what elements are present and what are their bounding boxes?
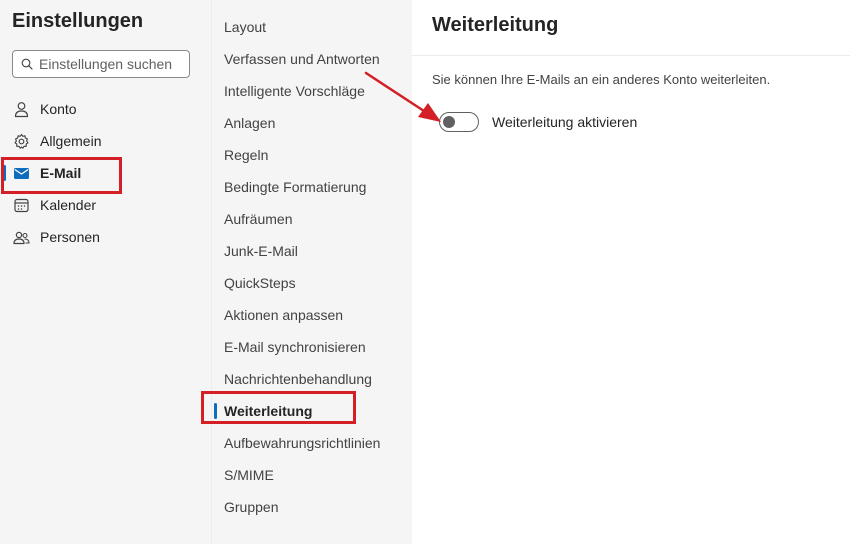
people-icon — [13, 231, 30, 244]
panel-title: Weiterleitung — [432, 14, 559, 36]
section-label: Layout — [224, 19, 267, 35]
calendar-icon — [14, 198, 29, 212]
section-weiterleitung[interactable]: Weiterleitung — [212, 395, 412, 427]
section-aufraeumen[interactable]: Aufräumen — [212, 203, 412, 235]
gear-icon — [14, 133, 29, 149]
section-nachrichtenbehandlung[interactable]: Nachrichtenbehandlung — [212, 363, 412, 395]
section-quicksteps[interactable]: QuickSteps — [212, 267, 412, 299]
mail-icon — [14, 167, 29, 179]
section-anlagen[interactable]: Anlagen — [212, 107, 412, 139]
category-kalender[interactable]: Kalender — [0, 189, 211, 221]
section-label: Aufräumen — [224, 211, 293, 227]
forwarding-toggle[interactable] — [439, 112, 479, 132]
section-label: Intelligente Vorschläge — [224, 83, 365, 99]
section-label: E-Mail synchronisieren — [224, 339, 366, 355]
section-label: Nachrichtenbehandlung — [224, 371, 372, 387]
category-konto[interactable]: Konto — [0, 93, 211, 125]
section-label: Anlagen — [224, 115, 276, 131]
forwarding-toggle-label: Weiterleitung aktivieren — [492, 114, 638, 130]
section-label: Bedingte Formatierung — [224, 179, 367, 195]
toggle-knob — [443, 116, 455, 128]
section-label: Verfassen und Antworten — [224, 51, 380, 67]
settings-title: Einstellungen — [12, 10, 144, 32]
section-email-synchronisieren[interactable]: E-Mail synchronisieren — [212, 331, 412, 363]
section-verfassen[interactable]: Verfassen und Antworten — [212, 43, 412, 75]
selection-indicator — [214, 403, 217, 419]
section-junk-email[interactable]: Junk-E-Mail — [212, 235, 412, 267]
category-label: Konto — [40, 101, 77, 117]
settings-categories-pane: Einstellungen Konto Allgemein E-Mail — [0, 0, 211, 544]
forwarding-settings-panel: Weiterleitung Sie können Ihre E-Mails an… — [412, 0, 850, 544]
section-label: S/MIME — [224, 467, 274, 483]
section-intelligente-vorschlaege[interactable]: Intelligente Vorschläge — [212, 75, 412, 107]
category-allgemein[interactable]: Allgemein — [0, 125, 211, 157]
settings-search-input[interactable] — [39, 56, 179, 72]
section-smime[interactable]: S/MIME — [212, 459, 412, 491]
section-label: Weiterleitung — [224, 403, 313, 419]
section-label: QuickSteps — [224, 275, 296, 291]
section-label: Aufbewahrungsrichtlinien — [224, 435, 381, 451]
section-gruppen[interactable]: Gruppen — [212, 491, 412, 523]
category-personen[interactable]: Personen — [0, 221, 211, 253]
section-label: Junk-E-Mail — [224, 243, 298, 259]
selection-indicator — [3, 165, 6, 181]
settings-search-box[interactable] — [12, 50, 190, 78]
category-label: Allgemein — [40, 133, 102, 149]
mail-sections-pane: Layout Verfassen und Antworten Intellige… — [211, 0, 413, 544]
person-icon — [14, 101, 29, 117]
section-label: Aktionen anpassen — [224, 307, 344, 323]
category-email[interactable]: E-Mail — [0, 157, 211, 189]
section-aktionen-anpassen[interactable]: Aktionen anpassen — [212, 299, 412, 331]
panel-description: Sie können Ihre E-Mails an ein anderes K… — [432, 72, 771, 87]
category-label: Kalender — [40, 197, 97, 213]
section-label: Regeln — [224, 147, 269, 163]
section-layout[interactable]: Layout — [212, 11, 412, 43]
category-label: E-Mail — [40, 165, 82, 181]
panel-divider — [412, 55, 850, 56]
search-icon — [21, 58, 33, 70]
section-regeln[interactable]: Regeln — [212, 139, 412, 171]
section-bedingte-formatierung[interactable]: Bedingte Formatierung — [212, 171, 412, 203]
section-label: Gruppen — [224, 499, 279, 515]
section-aufbewahrungsrichtlinien[interactable]: Aufbewahrungsrichtlinien — [212, 427, 412, 459]
category-label: Personen — [40, 229, 100, 245]
